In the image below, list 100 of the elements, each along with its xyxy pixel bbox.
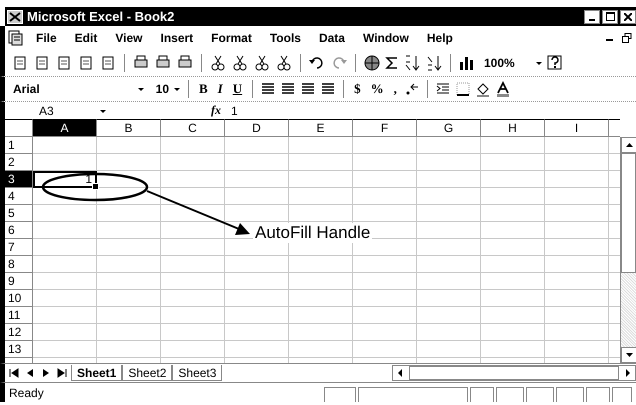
table-cell[interactable] <box>353 290 417 307</box>
table-cell[interactable] <box>33 239 97 256</box>
minimize-button[interactable] <box>584 10 600 24</box>
scroll-up-icon[interactable] <box>621 137 636 153</box>
table-cell[interactable] <box>289 290 353 307</box>
table-cell[interactable] <box>97 154 161 171</box>
italic-button[interactable]: I <box>214 81 226 97</box>
table-cell[interactable] <box>417 273 481 290</box>
table-cell[interactable] <box>289 324 353 341</box>
table-cell[interactable] <box>481 222 545 239</box>
table-cell[interactable] <box>161 290 225 307</box>
table-cell[interactable] <box>225 171 289 188</box>
dropdown-icon[interactable] <box>173 85 181 93</box>
sort-ascending-icon[interactable] <box>403 54 421 72</box>
table-cell[interactable] <box>417 137 481 154</box>
menu-item[interactable]: Data <box>312 31 351 45</box>
table-cell[interactable] <box>481 188 545 205</box>
table-cell[interactable] <box>481 137 545 154</box>
table-cell[interactable] <box>545 137 609 154</box>
increase-decimal-icon[interactable] <box>404 81 420 97</box>
row-header[interactable]: 7 <box>5 239 33 256</box>
table-cell[interactable] <box>417 154 481 171</box>
table-cell[interactable] <box>545 290 609 307</box>
align-right-icon[interactable] <box>300 81 316 97</box>
table-cell[interactable] <box>481 154 545 171</box>
table-cell[interactable] <box>97 239 161 256</box>
row-header[interactable]: 10 <box>5 290 33 307</box>
last-sheet-icon[interactable] <box>55 367 69 379</box>
table-cell[interactable] <box>545 205 609 222</box>
font-field[interactable]: Arial <box>11 82 133 96</box>
table-cell[interactable] <box>545 324 609 341</box>
table-cell[interactable] <box>225 273 289 290</box>
table-cell[interactable] <box>481 273 545 290</box>
table-cell[interactable] <box>97 137 161 154</box>
column-header[interactable]: G <box>417 119 481 137</box>
close-button[interactable] <box>620 10 636 24</box>
menu-item[interactable]: Edit <box>68 31 104 45</box>
table-cell[interactable] <box>97 324 161 341</box>
bold-button[interactable]: B <box>196 81 211 97</box>
column-header[interactable]: I <box>545 119 609 137</box>
sheet-tab[interactable]: Sheet2 <box>122 365 172 381</box>
table-cell[interactable] <box>353 324 417 341</box>
help-icon[interactable] <box>546 54 563 72</box>
table-cell[interactable] <box>545 154 609 171</box>
function-button[interactable]: fx <box>211 103 227 118</box>
table-cell[interactable] <box>33 188 97 205</box>
table-cell[interactable] <box>481 256 545 273</box>
row-header[interactable]: 9 <box>5 273 33 290</box>
table-cell[interactable] <box>225 154 289 171</box>
table-cell[interactable] <box>33 154 97 171</box>
column-header[interactable]: D <box>225 119 289 137</box>
table-cell[interactable] <box>417 290 481 307</box>
table-cell[interactable] <box>161 239 225 256</box>
table-cell[interactable] <box>225 290 289 307</box>
font-color-icon[interactable] <box>494 81 511 97</box>
table-cell[interactable] <box>97 290 161 307</box>
table-cell[interactable] <box>289 188 353 205</box>
row-header[interactable]: 3 <box>5 171 33 188</box>
table-cell[interactable] <box>353 273 417 290</box>
table-cell[interactable] <box>33 205 97 222</box>
horizontal-scrollbar[interactable] <box>392 365 636 381</box>
table-cell[interactable] <box>545 222 609 239</box>
fill-color-icon[interactable] <box>474 81 491 97</box>
table-cell[interactable] <box>353 205 417 222</box>
table-cell[interactable] <box>97 341 161 358</box>
menu-item[interactable]: Help <box>420 31 459 45</box>
currency-button[interactable]: $ <box>351 81 364 97</box>
table-cell[interactable] <box>161 188 225 205</box>
align-left-icon[interactable] <box>260 81 276 97</box>
menu-item[interactable]: View <box>109 31 148 45</box>
table-cell[interactable] <box>417 239 481 256</box>
table-cell[interactable] <box>289 341 353 358</box>
font-size-field[interactable]: 10 <box>149 82 169 96</box>
column-header[interactable]: C <box>161 119 225 137</box>
underline-button[interactable]: U <box>230 81 246 97</box>
column-header[interactable]: A <box>33 119 97 137</box>
table-cell[interactable] <box>417 171 481 188</box>
table-cell[interactable] <box>225 307 289 324</box>
table-cell[interactable] <box>225 205 289 222</box>
sheet-tab[interactable]: Sheet1 <box>71 365 122 381</box>
table-cell[interactable] <box>481 341 545 358</box>
table-cell[interactable] <box>545 341 609 358</box>
row-header[interactable]: 11 <box>5 307 33 324</box>
column-header[interactable]: E <box>289 119 353 137</box>
menu-item[interactable]: Window <box>356 31 415 45</box>
table-cell[interactable] <box>353 256 417 273</box>
table-cell[interactable] <box>161 273 225 290</box>
table-cell[interactable] <box>33 273 97 290</box>
row-header[interactable]: 8 <box>5 256 33 273</box>
sort-descending-icon[interactable] <box>425 54 443 72</box>
table-cell[interactable] <box>97 188 161 205</box>
table-cell[interactable] <box>225 324 289 341</box>
table-cell[interactable] <box>353 137 417 154</box>
row-header[interactable]: 13 <box>5 341 33 358</box>
table-cell[interactable] <box>161 137 225 154</box>
table-cell[interactable] <box>33 137 97 154</box>
table-cell[interactable] <box>289 154 353 171</box>
table-cell[interactable] <box>97 273 161 290</box>
table-cell[interactable] <box>97 307 161 324</box>
table-cell[interactable] <box>97 222 161 239</box>
